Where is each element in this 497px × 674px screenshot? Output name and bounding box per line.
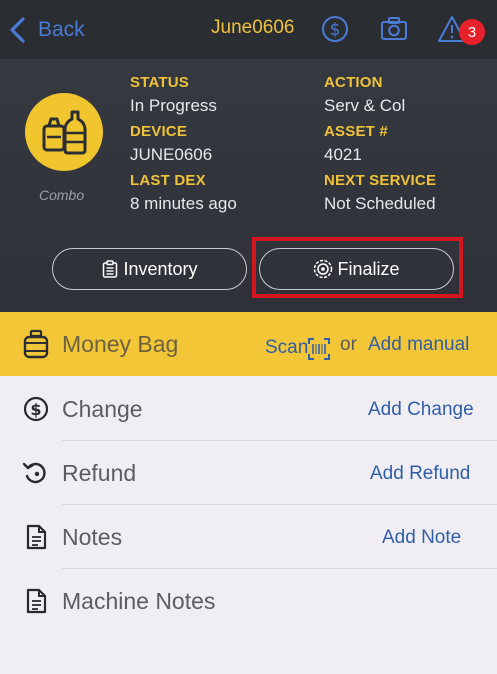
page-title: June0606 bbox=[211, 17, 295, 38]
nav-bar: Back June0606 $ 3 bbox=[0, 0, 497, 59]
notes-label: Notes bbox=[62, 524, 123, 550]
inventory-button-label: Inventory bbox=[123, 258, 198, 279]
add-manual-link[interactable]: Add manual bbox=[368, 334, 469, 356]
asset-label: ASSET # bbox=[324, 123, 388, 140]
device-value: JUNE0606 bbox=[130, 145, 213, 164]
asset-value: 4021 bbox=[324, 145, 362, 164]
add-note-link[interactable]: Add Note bbox=[382, 527, 461, 549]
add-refund-link[interactable]: Add Refund bbox=[370, 463, 470, 485]
status-value: In Progress bbox=[130, 96, 217, 115]
last-dex-value: 8 minutes ago bbox=[130, 194, 237, 213]
alert-count-badge: 3 bbox=[459, 19, 485, 45]
list-item-notes[interactable]: Notes Add Note bbox=[0, 505, 497, 569]
dollar-circle-icon[interactable]: $ bbox=[320, 14, 350, 44]
dollar-circle-icon: $ bbox=[23, 396, 49, 422]
refund-arrow-icon bbox=[22, 462, 46, 484]
or-separator: or bbox=[340, 334, 357, 355]
document-icon bbox=[26, 524, 47, 550]
barcode-scan-icon[interactable] bbox=[307, 337, 331, 361]
camera-icon[interactable] bbox=[379, 14, 409, 44]
change-label: Change bbox=[62, 396, 143, 422]
status-label: STATUS bbox=[130, 74, 189, 91]
device-label: DEVICE bbox=[130, 123, 188, 140]
back-button[interactable]: Back bbox=[8, 14, 85, 46]
scan-link[interactable]: Scan bbox=[265, 337, 308, 359]
list-item-change[interactable]: $ Change Add Change bbox=[0, 377, 497, 441]
document-icon bbox=[26, 588, 47, 614]
list-item-refund[interactable]: Refund Add Refund bbox=[0, 441, 497, 505]
finalize-highlight-box bbox=[252, 237, 463, 298]
money-bag-icon bbox=[23, 329, 49, 359]
action-value: Serv & Col bbox=[324, 96, 406, 115]
inventory-button[interactable]: Inventory bbox=[52, 248, 247, 290]
next-service-value: Not Scheduled bbox=[324, 194, 436, 213]
avatar bbox=[25, 93, 103, 171]
machine-type-label: Combo bbox=[39, 187, 85, 203]
add-change-link[interactable]: Add Change bbox=[368, 399, 474, 421]
svg-text:$: $ bbox=[330, 20, 341, 40]
refund-label: Refund bbox=[62, 460, 137, 486]
back-label: Back bbox=[38, 18, 85, 41]
next-service-label: NEXT SERVICE bbox=[324, 172, 437, 189]
money-bag-row: Money Bag Scan or Add manual bbox=[0, 312, 497, 376]
clipboard-icon bbox=[103, 260, 118, 278]
combo-bottles-icon bbox=[42, 110, 87, 155]
action-label: ACTION bbox=[324, 74, 383, 91]
machine-notes-label: Machine Notes bbox=[62, 588, 216, 614]
last-dex-label: LAST DEX bbox=[130, 172, 206, 189]
list-item-machine-notes[interactable]: Machine Notes bbox=[0, 569, 497, 633]
svg-text:$: $ bbox=[30, 400, 41, 419]
money-bag-label: Money Bag bbox=[62, 331, 179, 357]
chevron-left-icon bbox=[10, 17, 25, 43]
device-header: Combo STATUS In Progress ACTION Serv & C… bbox=[0, 59, 497, 312]
